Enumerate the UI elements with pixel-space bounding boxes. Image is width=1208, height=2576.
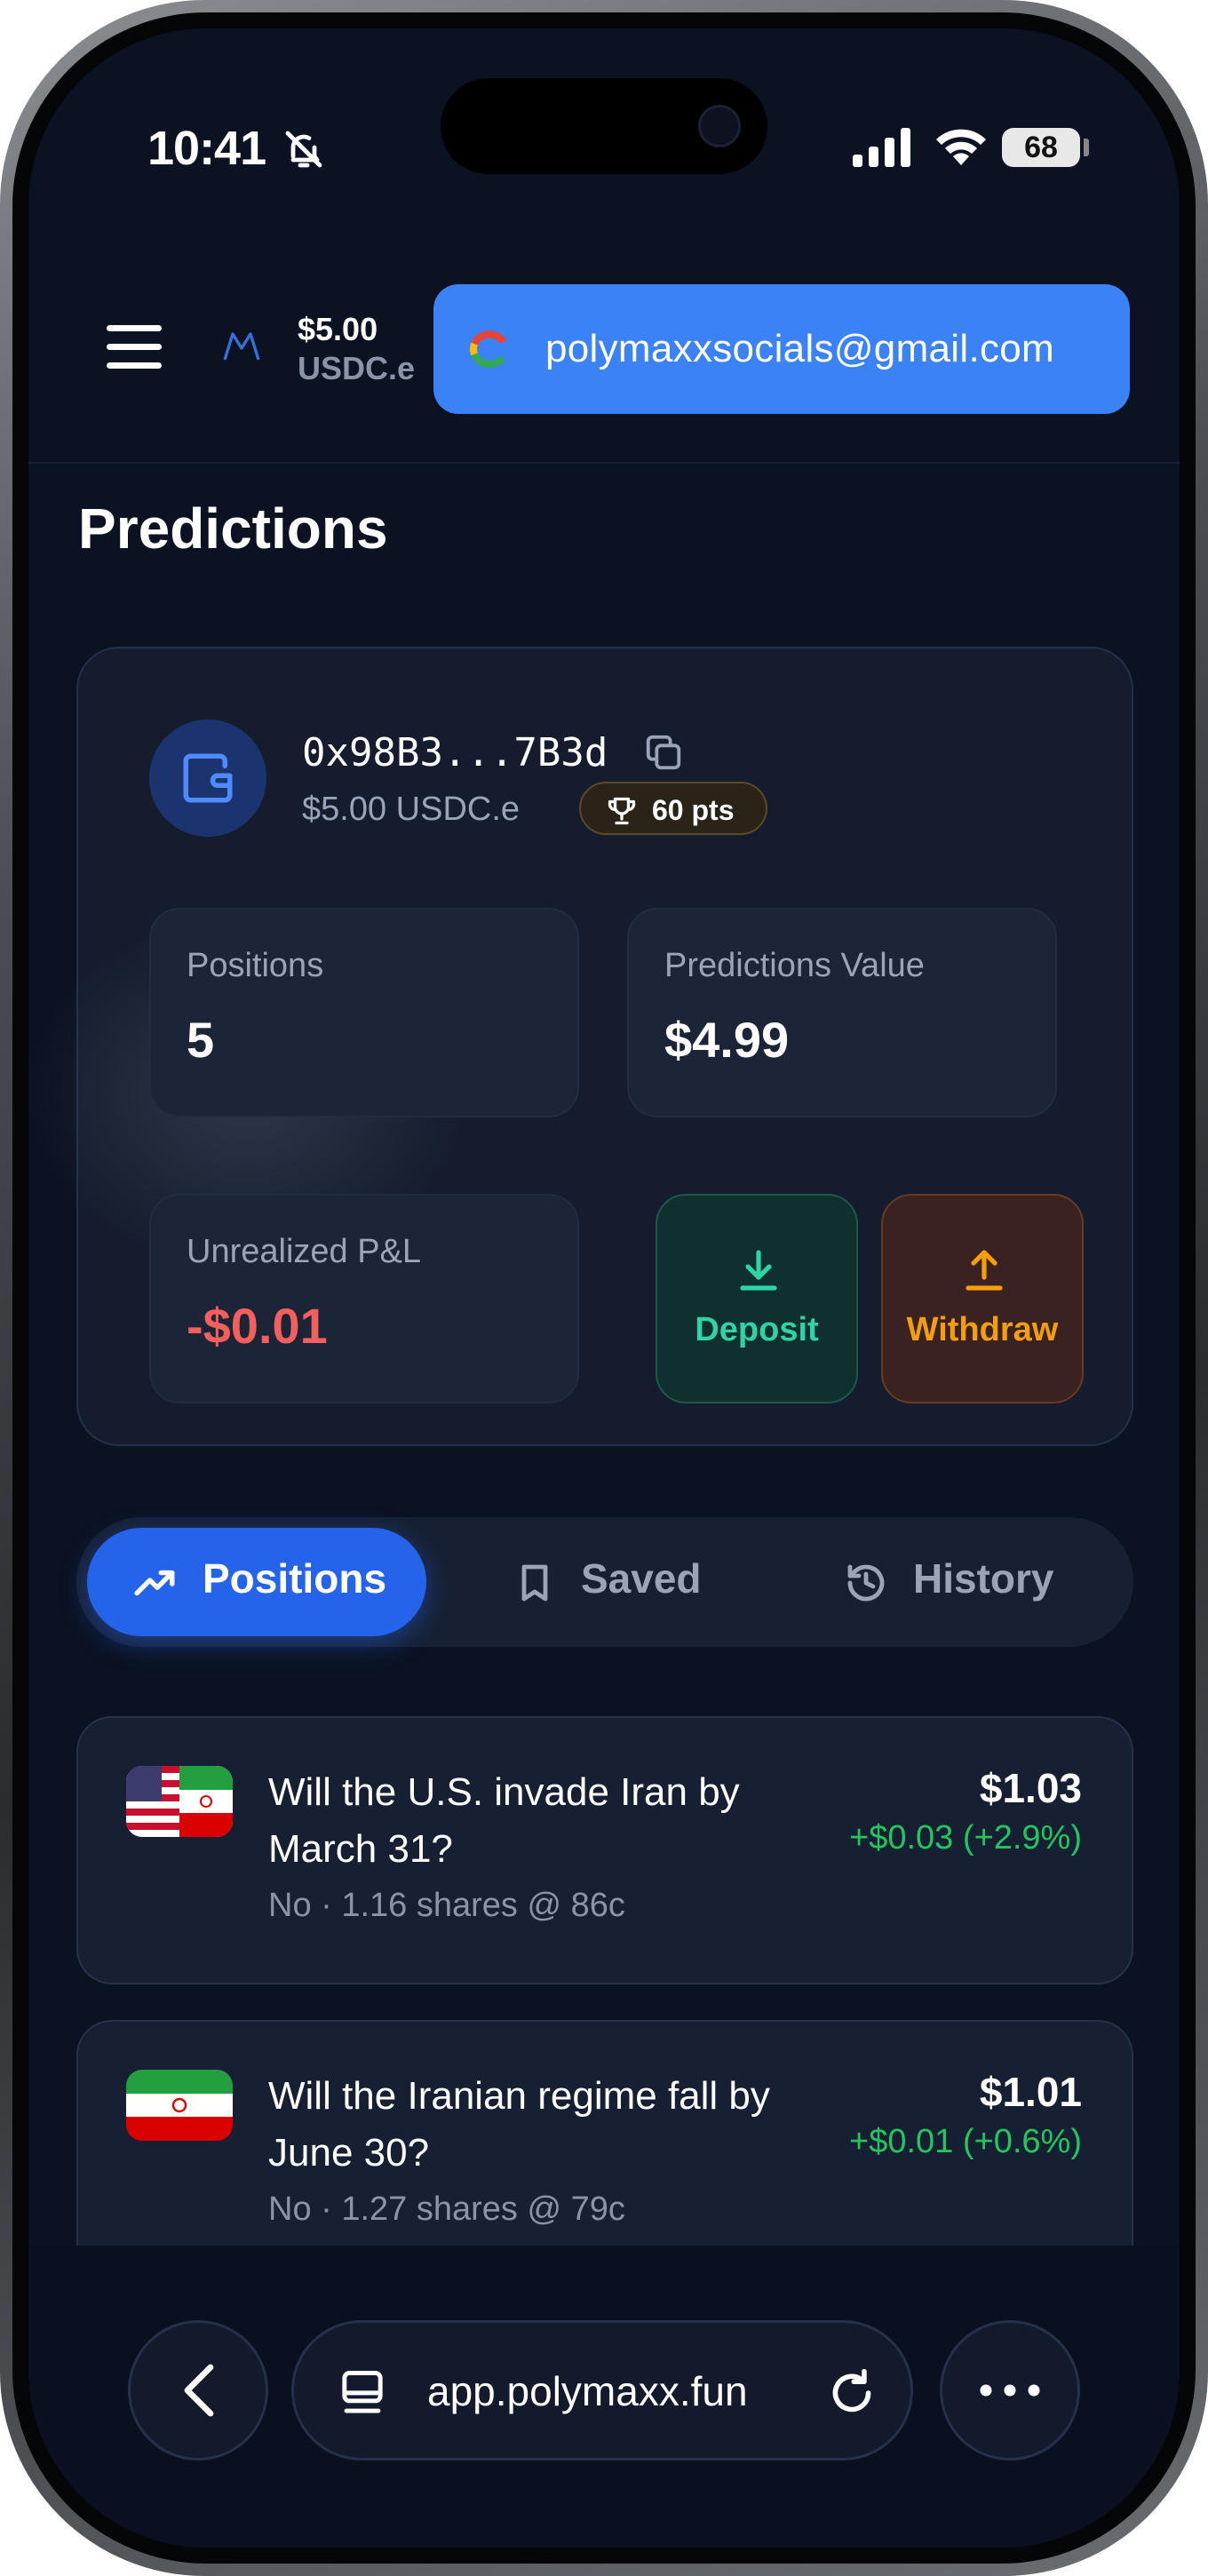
wallet-balance: $5.00 USDC.e (302, 791, 521, 828)
wallet-address: 0x98B3...7B3d (302, 730, 608, 775)
deposit-label: Deposit (695, 1311, 819, 1348)
withdraw-label: Withdraw (906, 1311, 1059, 1348)
position-change: +$0.03 (+2.9%) (849, 1819, 1082, 1856)
position-value: $1.01 (979, 2069, 1082, 2115)
trophy-icon (608, 797, 636, 825)
menu-button[interactable] (107, 325, 162, 370)
battery-cap (1084, 139, 1089, 156)
account-button[interactable]: polymaxxsocials@gmail.com (433, 284, 1130, 414)
position-change: +$0.01 (+0.6%) (849, 2123, 1082, 2160)
stat-positions: Positions 5 (149, 908, 579, 1117)
more-icon (980, 2384, 1040, 2397)
wallet-icon (183, 753, 233, 803)
stat-predictions-value: Predictions Value $4.99 (627, 908, 1057, 1117)
deposit-button[interactable]: Deposit (656, 1194, 858, 1403)
site-settings-icon (338, 2369, 386, 2423)
position-meta: No · 1.16 shares @ 86c (268, 1887, 625, 1924)
stat-value-amount: $4.99 (664, 1012, 790, 1068)
download-icon (740, 1250, 777, 1291)
tab-positions[interactable]: Positions (87, 1528, 426, 1636)
wallet-card: 0x98B3...7B3d $5.00 USDC.e 60 pts Positi… (28, 647, 1133, 1446)
tab-positions-label: Positions (203, 1555, 387, 1602)
status-bar: 10:41 68 (28, 28, 1180, 224)
battery-icon: 68 (1002, 128, 1080, 167)
app-header: $5.00 USDC.e polymaxxsocials@gmail.com (28, 224, 1180, 464)
points-badge[interactable]: 60 pts (579, 782, 767, 835)
more-options-button[interactable] (940, 2320, 1080, 2461)
position-card[interactable]: Will the U.S. invade Iran by March 31? N… (76, 1716, 1133, 1984)
google-icon (469, 329, 510, 374)
stat-positions-label: Positions (187, 947, 324, 984)
tab-bar: Positions Saved History (76, 1517, 1133, 1647)
camera-icon (698, 105, 741, 147)
screen: 10:41 68 $5.00 USDC.e polymaxxsocials@gm… (28, 28, 1180, 2548)
position-meta: No · 1.27 shares @ 79c (268, 2190, 625, 2228)
position-title: Will the Iranian regime fall by June 30? (268, 2074, 770, 2174)
wifi-icon (933, 124, 989, 171)
stat-value-label: Predictions Value (664, 947, 925, 984)
upload-icon (966, 1250, 1003, 1291)
tab-history-label: History (913, 1555, 1054, 1602)
header-balance-amount: $5.00 (298, 311, 378, 347)
browser-toolbar: app.polymaxx.fun (28, 2246, 1180, 2548)
tab-history[interactable]: History (823, 1528, 1116, 1636)
copy-icon[interactable] (643, 732, 684, 777)
trending-up-icon (133, 1562, 178, 1607)
history-icon (844, 1562, 888, 1609)
battery-level: 68 (1024, 131, 1058, 164)
logo-icon (222, 330, 261, 367)
stat-pnl-label: Unrealized P&L (187, 1233, 422, 1270)
stat-unrealized-pnl: Unrealized P&L -$0.01 (149, 1194, 579, 1403)
bookmark-icon (515, 1562, 554, 1609)
dynamic-island (441, 78, 767, 174)
bell-muted-icon (282, 128, 325, 175)
account-email: polymaxxsocials@gmail.com (545, 327, 1054, 370)
chevron-left-icon (184, 2364, 214, 2417)
header-balance-unit: USDC.e (298, 350, 416, 386)
position-title: Will the U.S. invade Iran by March 31? (268, 1770, 740, 1871)
status-time: 10:41 (147, 122, 266, 175)
us-iran-flag-icon (126, 1766, 233, 1837)
stat-pnl-value: -$0.01 (187, 1298, 328, 1354)
wallet-avatar (149, 720, 266, 837)
tab-saved-label: Saved (581, 1555, 702, 1602)
page-title: Predictions (78, 497, 388, 561)
points-text: 60 pts (652, 794, 735, 826)
position-value: $1.03 (979, 1765, 1082, 1811)
reload-icon[interactable] (827, 2367, 877, 2423)
signal-icon (853, 128, 913, 171)
tab-saved[interactable]: Saved (494, 1528, 760, 1636)
iran-flag-icon (126, 2070, 233, 2141)
url-text: app.polymaxx.fun (427, 2368, 748, 2414)
back-button[interactable] (128, 2320, 268, 2461)
withdraw-button[interactable]: Withdraw (881, 1194, 1084, 1403)
address-bar[interactable]: app.polymaxx.fun (291, 2320, 913, 2461)
stat-positions-value: 5 (187, 1012, 215, 1068)
